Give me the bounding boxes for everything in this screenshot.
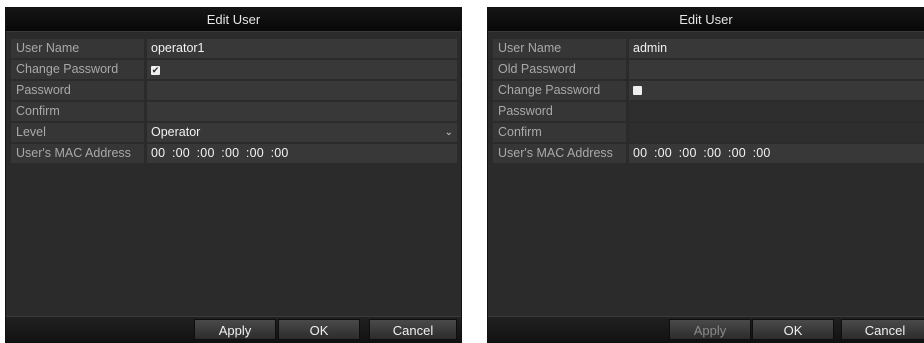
old-password-label: Old Password xyxy=(493,60,626,79)
level-select-value: Operator xyxy=(151,125,201,139)
old-password-row: Old Password xyxy=(493,60,924,79)
user-fields: User Name admin Old Password Change Pass… xyxy=(493,39,924,165)
change-password-row: Change Password xyxy=(493,81,924,100)
user-name-label: User Name xyxy=(493,39,626,58)
dialog-footer: Apply OK Cancel xyxy=(488,316,924,342)
change-password-row: Change Password ✔ xyxy=(11,60,457,79)
password-field[interactable] xyxy=(147,81,457,100)
change-password-label: Change Password xyxy=(493,81,626,100)
cancel-button[interactable]: Cancel xyxy=(841,319,924,340)
old-password-field[interactable] xyxy=(629,60,924,79)
confirm-row: Confirm xyxy=(11,102,457,121)
change-password-field: ✔ xyxy=(147,60,457,79)
edit-user-dialog-admin: Edit User User Name admin Old Password C… xyxy=(487,7,924,343)
level-label: Level xyxy=(11,123,144,142)
mac-address-label: User's MAC Address xyxy=(11,144,144,163)
mac-address-row: User's MAC Address 00 :00 :00 :00 :00 :0… xyxy=(493,144,924,163)
change-password-field xyxy=(629,81,924,100)
chevron-down-icon[interactable]: ⌄ xyxy=(445,123,453,142)
dialog-title: Edit User xyxy=(6,8,461,32)
user-name-field[interactable]: operator1 xyxy=(147,39,457,58)
user-name-label: User Name xyxy=(11,39,144,58)
password-label: Password xyxy=(493,102,626,121)
apply-button[interactable]: Apply xyxy=(194,319,276,340)
confirm-label: Confirm xyxy=(493,123,626,142)
confirm-password-field[interactable] xyxy=(147,102,457,121)
apply-button[interactable]: Apply xyxy=(669,319,751,340)
mac-address-label: User's MAC Address xyxy=(493,144,626,163)
confirm-password-field xyxy=(629,123,924,142)
confirm-row: Confirm xyxy=(493,123,924,142)
edit-user-dialog-operator: Edit User User Name operator1 Change Pas… xyxy=(5,7,462,343)
ok-button[interactable]: OK xyxy=(752,319,834,340)
change-password-checkbox[interactable] xyxy=(633,86,642,95)
mac-address-field[interactable]: 00 :00 :00 :00 :00 :00 xyxy=(147,144,457,163)
change-password-checkbox[interactable]: ✔ xyxy=(151,66,160,75)
dialog-footer: Apply OK Cancel xyxy=(6,316,461,342)
user-name-field[interactable]: admin xyxy=(629,39,924,58)
change-password-label: Change Password xyxy=(11,60,144,79)
mac-address-field[interactable]: 00 :00 :00 :00 :00 :00 xyxy=(629,144,924,163)
ok-button[interactable]: OK xyxy=(278,319,360,340)
user-name-row: User Name operator1 xyxy=(11,39,457,58)
level-select[interactable]: Operator ⌄ xyxy=(147,123,457,142)
level-row: Level Operator ⌄ xyxy=(11,123,457,142)
password-label: Password xyxy=(11,81,144,100)
password-field xyxy=(629,102,924,121)
user-name-row: User Name admin xyxy=(493,39,924,58)
password-row: Password xyxy=(11,81,457,100)
mac-address-row: User's MAC Address 00 :00 :00 :00 :00 :0… xyxy=(11,144,457,163)
user-fields: User Name operator1 Change Password ✔ Pa… xyxy=(11,39,457,165)
dialog-title: Edit User xyxy=(488,8,924,32)
password-row: Password xyxy=(493,102,924,121)
confirm-label: Confirm xyxy=(11,102,144,121)
cancel-button[interactable]: Cancel xyxy=(369,319,457,340)
